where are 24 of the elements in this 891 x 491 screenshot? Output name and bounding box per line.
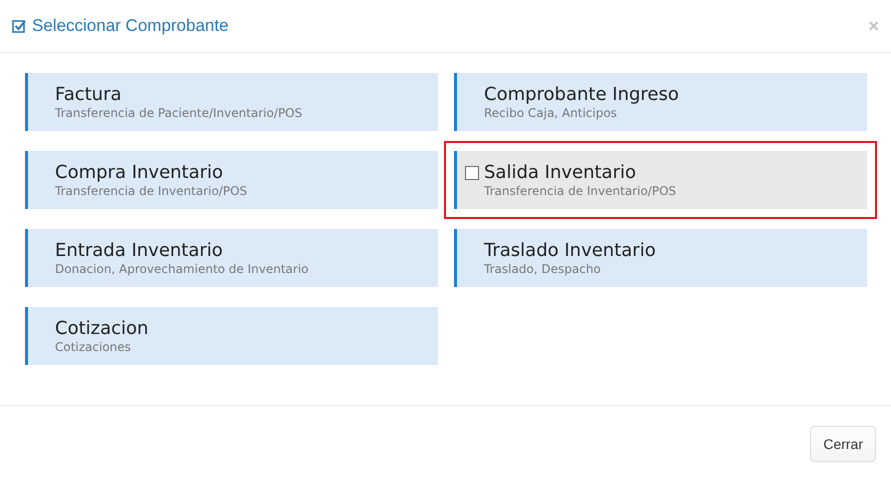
option-subtitle: Donacion, Aprovechamiento de Inventario (55, 262, 310, 276)
option-title: Comprobante Ingreso (484, 84, 679, 106)
checkbox-icon (12, 19, 26, 33)
checkbox[interactable] (465, 166, 479, 180)
option-title: Factura (55, 84, 122, 106)
option-subtitle: Traslado, Despacho (484, 262, 602, 276)
option-title: Traslado Inventario (484, 240, 656, 262)
option-subtitle: Transferencia de Inventario/POS (55, 184, 248, 198)
voucher-option[interactable]: Factura Transferencia de Paciente/Inventario/POS (25, 73, 438, 131)
voucher-option[interactable]: Compra Inventario Transferencia de Inventario/POS (25, 151, 438, 209)
option-subtitle: Recibo Caja, Anticipos (484, 106, 618, 120)
voucher-option[interactable]: Entrada Inventario Donacion, Aprovechamiento de Inventario (25, 229, 438, 287)
option-subtitle: Transferencia de Paciente/Inventario/POS (55, 106, 304, 120)
voucher-option[interactable]: Traslado Inventario Traslado, Despacho (454, 229, 867, 287)
option-subtitle: Cotizaciones (55, 340, 132, 354)
voucher-option[interactable]: Cotizacion Cotizaciones (25, 307, 438, 365)
dialog-title: Seleccionar Comprobante (32, 16, 230, 36)
option-title: Entrada Inventario (55, 240, 223, 262)
option-subtitle: Transferencia de Inventario/POS (484, 184, 678, 198)
option-title: Salida Inventario (484, 162, 636, 184)
voucher-option[interactable]: Comprobante Ingreso Recibo Caja, Anticipos (454, 73, 867, 131)
option-title: Compra Inventario (55, 162, 224, 184)
option-title: Cotizacion (55, 318, 148, 340)
close-dialog-button[interactable]: Cerrar (810, 426, 876, 462)
